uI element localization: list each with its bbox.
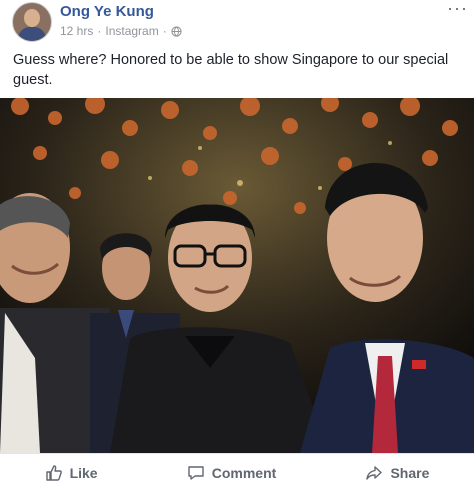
post-actions-bar: Like Comment Share (0, 453, 474, 492)
post-meta: 12 hrs · Instagram · (60, 24, 182, 38)
comment-icon (188, 466, 204, 480)
post-timestamp[interactable]: 12 hrs (60, 24, 93, 38)
like-button[interactable]: Like (45, 464, 98, 482)
post-header: Ong Ye Kung 12 hrs · Instagram · ··· (12, 0, 467, 44)
avatar-body (18, 27, 46, 41)
share-label: Share (390, 465, 430, 481)
share-button[interactable]: Share (365, 464, 429, 482)
avatar-face (24, 9, 40, 27)
post-photo[interactable] (0, 98, 474, 453)
globe-icon (171, 25, 182, 37)
more-options-button[interactable]: ··· (447, 0, 468, 19)
meta-separator-2: · (162, 24, 167, 38)
author-avatar[interactable] (12, 2, 52, 42)
post-text: Guess where? Honored to be able to show … (13, 52, 449, 88)
facebook-post-card: Ong Ye Kung 12 hrs · Instagram · ··· Gue… (0, 0, 474, 491)
comment-label: Comment (211, 465, 277, 481)
selfie-photo-illustration (0, 98, 474, 453)
comment-button[interactable]: Comment (187, 464, 277, 482)
post-source: Instagram (105, 24, 159, 38)
thumbs-up-icon (45, 465, 62, 481)
author-name[interactable]: Ong Ye Kung (60, 3, 154, 20)
meta-separator: · (97, 24, 102, 38)
share-icon (366, 466, 383, 480)
like-label: Like (69, 465, 98, 481)
